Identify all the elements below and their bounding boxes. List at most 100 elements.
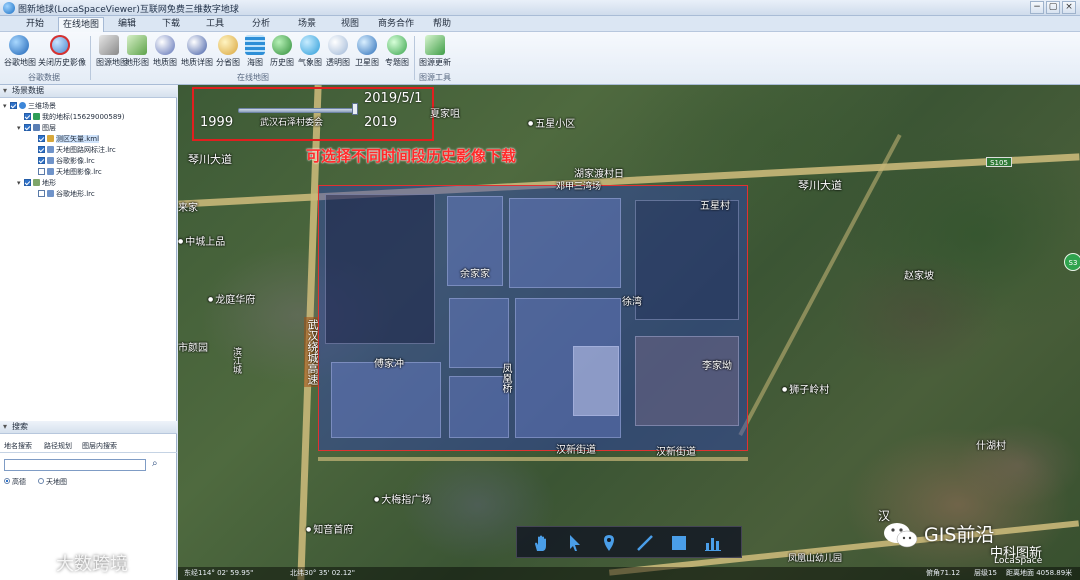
checkbox[interactable] bbox=[38, 145, 45, 153]
level-readout: 层级15 bbox=[974, 569, 997, 577]
place-label: 余家家 bbox=[460, 269, 490, 280]
history-timeline[interactable]: 1999 2019/5/1 2019 武汉石泽村委会 bbox=[192, 87, 434, 141]
polygon-icon[interactable] bbox=[669, 533, 689, 553]
source-option-amap[interactable]: 高德 bbox=[4, 477, 26, 487]
checkbox[interactable] bbox=[24, 178, 31, 186]
tab-place-search[interactable]: 地名搜索 bbox=[4, 441, 32, 451]
tab-tools[interactable]: 工具 bbox=[198, 17, 232, 32]
place-label: 市颜园 bbox=[178, 343, 208, 354]
maximize-button[interactable]: ▢ bbox=[1046, 1, 1060, 14]
tree-item-terrain[interactable]: ▾ 地形 bbox=[17, 178, 56, 188]
terrain-map-button[interactable]: 地形图 bbox=[124, 35, 150, 71]
geology-map-button[interactable]: 地质图 bbox=[152, 35, 178, 71]
tree-item-layers[interactable]: ▾ 图层 bbox=[17, 123, 56, 133]
place-label: 李家坳 bbox=[702, 361, 732, 372]
lot bbox=[509, 198, 621, 288]
layers-icon bbox=[33, 123, 40, 131]
marker-icon[interactable] bbox=[599, 533, 619, 553]
google-map-button[interactable]: 谷歌地图 bbox=[4, 35, 36, 71]
place-label: 狮子岭村 bbox=[782, 381, 829, 396]
latitude-readout: 北纬30° 35' 02.12" bbox=[290, 569, 355, 577]
tab-analysis[interactable]: 分析 bbox=[244, 17, 278, 32]
close-button[interactable]: × bbox=[1062, 1, 1076, 14]
tab-help[interactable]: 帮助 bbox=[425, 17, 459, 32]
ribbon-separator bbox=[414, 36, 415, 80]
checkbox[interactable] bbox=[38, 134, 45, 142]
tilt-readout: 俯角71.12 bbox=[926, 569, 961, 577]
lot bbox=[635, 336, 739, 426]
radio[interactable] bbox=[38, 478, 44, 484]
place-label: 邓甲三湾场 bbox=[556, 182, 602, 192]
road-label: 琴川大道 bbox=[188, 153, 232, 166]
hand-icon[interactable] bbox=[531, 533, 551, 553]
ribbon-group-tile-tools: 图源工具 bbox=[419, 73, 451, 82]
checkbox[interactable] bbox=[38, 156, 45, 164]
geology-detail-map-button[interactable]: 地质详图 bbox=[180, 35, 214, 71]
radio[interactable] bbox=[4, 478, 10, 484]
history-map-button[interactable]: 历史图 bbox=[270, 35, 294, 71]
place-label: 傅家冲 bbox=[374, 359, 404, 370]
checkbox[interactable] bbox=[38, 189, 45, 197]
place-label: 凤凰桥 bbox=[500, 363, 511, 393]
place-label: 汉新街道 bbox=[556, 445, 596, 456]
tree-item-3d-scene[interactable]: ▾ 三维场景 bbox=[3, 101, 56, 111]
tab-view[interactable]: 视图 bbox=[333, 17, 367, 32]
tree-item-tianditu-road[interactable]: 天地图路网标注.lrc bbox=[31, 145, 116, 155]
lot bbox=[635, 200, 739, 320]
chart-icon[interactable] bbox=[703, 533, 723, 553]
vector-icon bbox=[47, 134, 54, 142]
line-icon[interactable] bbox=[635, 533, 655, 553]
pointer-icon[interactable] bbox=[565, 533, 585, 553]
tree-item-survey-kml[interactable]: 测区矢量.kml bbox=[31, 134, 100, 144]
search-header[interactable]: 搜索 bbox=[0, 421, 177, 434]
province-map-button[interactable]: 分省图 bbox=[216, 35, 240, 71]
source-map-button[interactable]: 图源地图 bbox=[96, 35, 128, 71]
scene-data-header[interactable]: 场景数据 bbox=[0, 85, 177, 98]
source-option-tianditu[interactable]: 天地图 bbox=[38, 477, 67, 487]
altitude-readout: 距离地面 4058.89米 bbox=[1006, 569, 1073, 577]
thematic-map-button[interactable]: 专题图 bbox=[384, 35, 410, 71]
sea-chart-button[interactable]: 海图 bbox=[244, 35, 266, 71]
place-label: 五星村 bbox=[700, 201, 730, 212]
weather-map-button[interactable]: 气象图 bbox=[298, 35, 322, 71]
checkbox[interactable] bbox=[24, 123, 31, 131]
wave-icon bbox=[245, 35, 265, 55]
globe-icon bbox=[19, 101, 26, 109]
terrain-icon bbox=[127, 35, 147, 55]
close-history-imagery-button[interactable]: 关闭历史影像 bbox=[38, 35, 86, 71]
checkbox[interactable] bbox=[10, 101, 17, 109]
place-label: 夏家咀 bbox=[430, 109, 460, 120]
tile-layer-icon bbox=[47, 145, 54, 153]
place-label: 中城上品 bbox=[178, 233, 225, 248]
place-label: 大梅指广场 bbox=[374, 491, 431, 506]
timeline-slider-track[interactable] bbox=[238, 108, 358, 113]
tab-online-map[interactable]: 在线地图 bbox=[58, 17, 104, 32]
search-input[interactable] bbox=[4, 459, 146, 471]
tab-business[interactable]: 商务合作 bbox=[374, 17, 418, 32]
menu-bar: 开始 在线地图 编辑 下载 工具 分析 场景 视图 商务合作 帮助 bbox=[0, 16, 1080, 32]
map-view[interactable]: 1999 2019/5/1 2019 武汉石泽村委会 可选择不同时间段历史影像下… bbox=[178, 85, 1080, 580]
tree-item-google-imagery[interactable]: 谷歌影像.lrc bbox=[31, 156, 95, 166]
tab-scene[interactable]: 场景 bbox=[290, 17, 324, 32]
timeline-slider-thumb[interactable] bbox=[352, 103, 358, 115]
survey-area-polygon[interactable] bbox=[318, 185, 748, 451]
tree-item-google-terrain[interactable]: 谷歌地形.lrc bbox=[31, 189, 95, 199]
tab-download[interactable]: 下载 bbox=[154, 17, 188, 32]
tree-item-my-landmarks[interactable]: 我的地标(15629000589) bbox=[17, 112, 124, 122]
checkbox[interactable] bbox=[24, 112, 31, 120]
tile-source-update-button[interactable]: 图源更新 bbox=[418, 35, 452, 71]
longitude-readout: 东经114° 02' 59.95" bbox=[184, 569, 254, 577]
tab-edit[interactable]: 编辑 bbox=[110, 17, 144, 32]
magnifier-icon[interactable]: ⌕ bbox=[152, 458, 158, 469]
tab-layer-search[interactable]: 图层内搜索 bbox=[82, 441, 117, 451]
minimize-button[interactable]: − bbox=[1030, 1, 1044, 14]
transparent-map-button[interactable]: 透明图 bbox=[326, 35, 350, 71]
satellite-map-button[interactable]: 卫星图 bbox=[354, 35, 380, 71]
history-icon bbox=[272, 35, 292, 55]
compass-icon[interactable]: S3 bbox=[1064, 253, 1080, 271]
tab-start[interactable]: 开始 bbox=[18, 17, 52, 32]
checkbox[interactable] bbox=[38, 167, 45, 175]
tree-item-tianditu-imagery[interactable]: 天地图影像.lrc bbox=[31, 167, 102, 177]
watermark: 大数跨境 bbox=[6, 548, 156, 575]
tab-route-planning[interactable]: 路径规划 bbox=[44, 441, 72, 451]
